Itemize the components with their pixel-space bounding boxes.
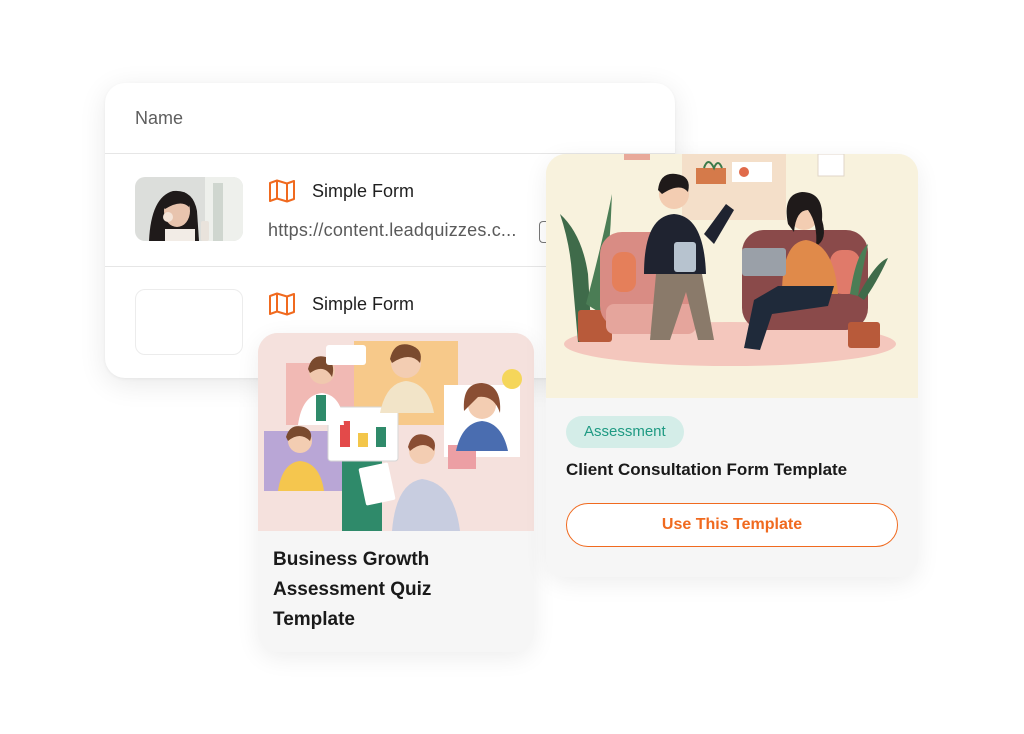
form-type-label: Simple Form <box>312 294 415 314</box>
map-icon <box>269 179 295 203</box>
template-title: Client Consultation Form Template <box>566 460 848 479</box>
category-badge: Assessment <box>566 416 684 448</box>
use-template-button[interactable]: Use This Template <box>566 503 898 547</box>
form-type-label: Simple Form <box>312 181 415 201</box>
form-thumbnail <box>135 177 243 241</box>
template-card-client-consultation[interactable]: Assessment Client Consultation Form Temp… <box>546 154 918 577</box>
column-header-name: Name <box>135 108 184 128</box>
template-illustration <box>258 333 534 531</box>
template-illustration <box>546 154 918 398</box>
template-title: Business Growth Assessment Quiz Template <box>273 549 432 630</box>
table-header: Name <box>105 83 675 154</box>
form-url-link[interactable]: https://content.leadquizzes.c... <box>268 220 517 241</box>
form-thumbnail <box>135 289 243 355</box>
template-card-business-growth[interactable]: Business Growth Assessment Quiz Template <box>258 333 534 652</box>
map-icon <box>269 292 295 316</box>
